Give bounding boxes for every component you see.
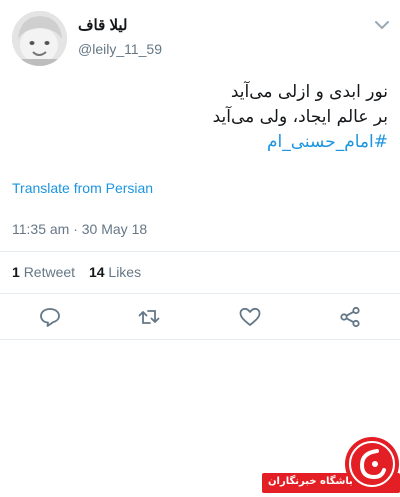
hashtag-link[interactable]: #امام_حسنی_ام <box>267 132 388 152</box>
heart-icon[interactable] <box>238 305 262 329</box>
baby-photo-image <box>12 11 67 66</box>
tweet-timestamp: 11:35 am · 30 May 18 <box>12 221 148 237</box>
likes-stat[interactable]: 14 Likes <box>89 264 141 280</box>
divider <box>0 293 400 294</box>
share-icon[interactable] <box>338 305 362 329</box>
tweet-stats: 1 Retweet 14 Likes <box>12 264 141 280</box>
author-display-name[interactable]: لیلا قاف <box>78 16 128 34</box>
avatar[interactable] <box>12 11 67 66</box>
tweet-text-line: نور ابدی و ازلی می‌آید <box>230 82 388 102</box>
tweet-text: نور ابدی و ازلی می‌آید بر عالم ایجاد، ول… <box>12 80 388 155</box>
translate-link[interactable]: Translate from Persian <box>12 180 153 196</box>
watermark-text: باشگاه خبرنگاران <box>268 476 353 487</box>
author-handle[interactable]: @leily_11_59 <box>78 41 162 57</box>
tweet-card: لیلا قاف @leily_11_59 نور ابدی و ازلی می… <box>0 0 400 340</box>
likes-label: Likes <box>108 264 142 280</box>
reply-icon[interactable] <box>38 305 62 329</box>
retweets-label: Retweet <box>23 264 76 280</box>
likes-count: 14 <box>88 264 105 280</box>
divider <box>0 251 400 252</box>
retweet-icon[interactable] <box>137 305 161 329</box>
watermark-logo: باشگاه خبرنگاران <box>262 436 400 493</box>
watermark-emblem-icon <box>344 436 400 492</box>
tweet-text-line: بر عالم ایجاد، ولی می‌آید <box>212 107 388 127</box>
tweet-actions <box>0 305 400 331</box>
retweets-count: 1 <box>12 264 20 280</box>
retweets-stat[interactable]: 1 Retweet <box>12 264 75 280</box>
chevron-down-icon[interactable] <box>373 18 391 32</box>
